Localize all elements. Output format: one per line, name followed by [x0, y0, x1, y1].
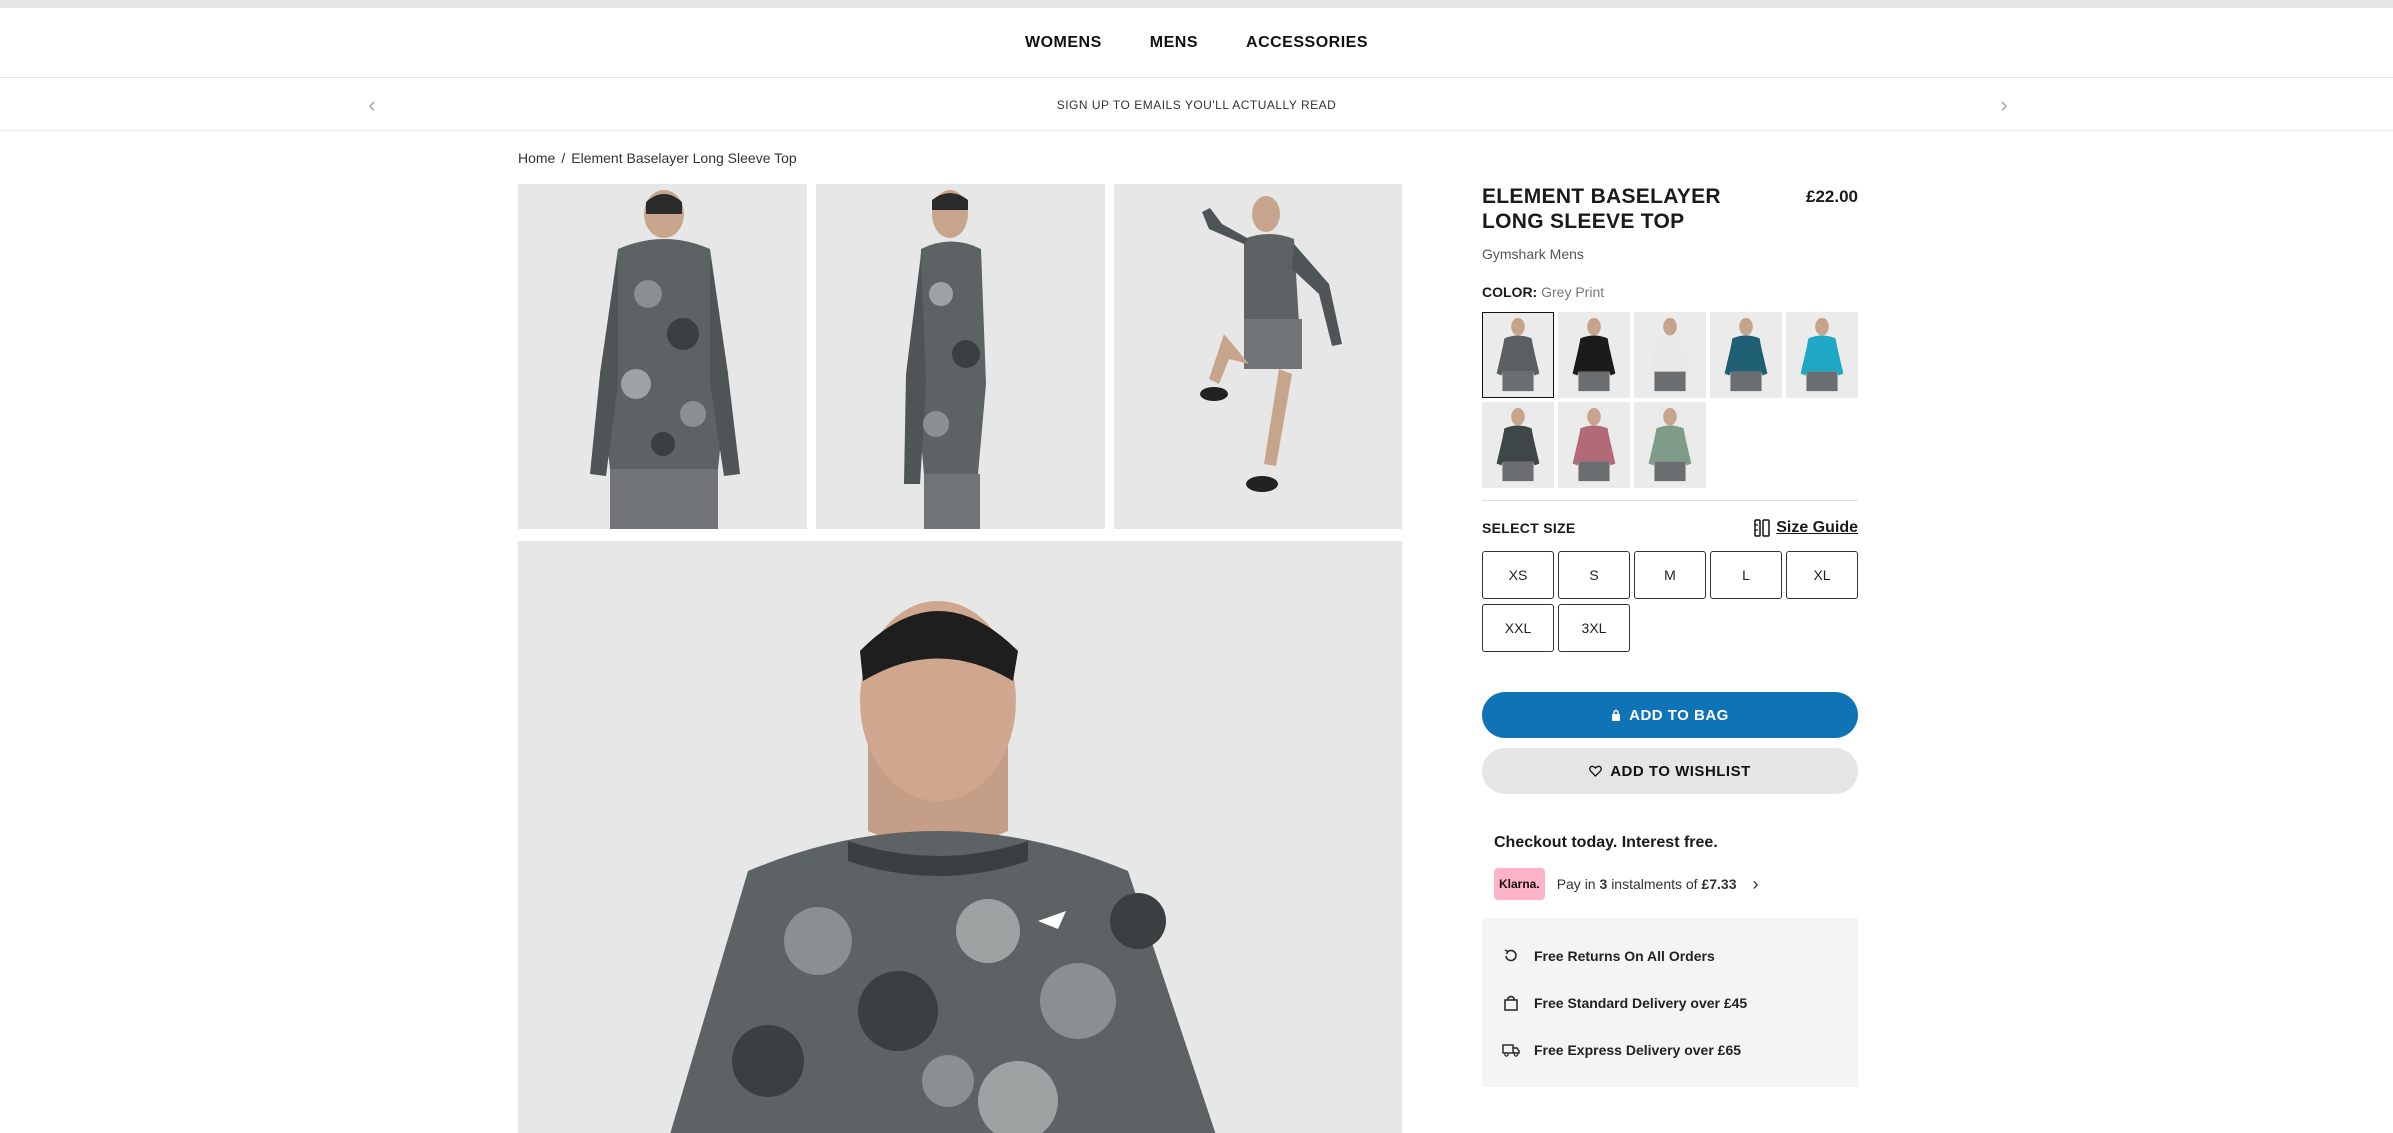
color-label-key: COLOR:: [1482, 284, 1538, 300]
chevron-left-icon[interactable]: ‹: [360, 92, 384, 117]
size-guide-label[interactable]: Size Guide: [1776, 519, 1858, 537]
bag-icon: [1502, 994, 1520, 1012]
chevron-right-icon[interactable]: ›: [1992, 92, 2016, 117]
ruler-icon: [1754, 519, 1770, 537]
size-options: XS S M L XL XXL 3XL: [1482, 551, 1858, 652]
color-swatch[interactable]: [1558, 312, 1630, 398]
klarna-count: 3: [1599, 876, 1608, 892]
heart-icon: [1589, 765, 1603, 777]
size-option-xs[interactable]: XS: [1482, 551, 1554, 599]
klarna-logo: Klarna.: [1494, 868, 1545, 900]
breadcrumb-current: Element Baselayer Long Sleeve Top: [571, 150, 797, 166]
return-icon: [1502, 947, 1520, 965]
klarna-instalments-of: instalments of: [1611, 876, 1698, 892]
perk-express-delivery: Free Express Delivery over £65: [1502, 1026, 1838, 1073]
klarna-text: Pay in 3 instalments of £7.33: [1557, 876, 1737, 892]
promo-message[interactable]: SIGN UP TO EMAILS YOU'LL ACTUALLY READ: [1057, 98, 1337, 112]
divider: [1482, 500, 1858, 501]
promo-banner: ‹ SIGN UP TO EMAILS YOU'LL ACTUALLY READ…: [0, 79, 2393, 131]
color-label: COLOR: Grey Print: [1482, 284, 1858, 300]
perk-express-label: Free Express Delivery over £65: [1534, 1041, 1742, 1058]
color-value: Grey Print: [1541, 284, 1605, 300]
color-swatch[interactable]: [1558, 402, 1630, 488]
perk-standard-delivery: Free Standard Delivery over £45: [1502, 979, 1838, 1026]
breadcrumb-separator: /: [561, 150, 566, 166]
size-guide-link[interactable]: Size Guide: [1754, 519, 1858, 537]
nav-accessories[interactable]: ACCESSORIES: [1246, 34, 1368, 52]
color-swatch[interactable]: [1710, 312, 1782, 398]
add-to-wishlist-button[interactable]: ADD TO WISHLIST: [1482, 748, 1858, 794]
color-swatch[interactable]: [1482, 312, 1554, 398]
truck-icon: [1502, 1041, 1520, 1059]
product-image-jump[interactable]: [1114, 184, 1402, 529]
perk-standard-label: Free Standard Delivery over £45: [1534, 994, 1748, 1011]
nav-womens[interactable]: WOMENS: [1025, 34, 1102, 52]
klarna-block: Checkout today. Interest free. Klarna. P…: [1482, 834, 1858, 900]
color-swatch[interactable]: [1634, 312, 1706, 398]
add-to-wishlist-label: ADD TO WISHLIST: [1610, 762, 1751, 780]
breadcrumb: Home / Element Baselayer Long Sleeve Top: [518, 150, 797, 166]
product-image-back[interactable]: [518, 184, 807, 529]
select-size-label: SELECT SIZE: [1482, 520, 1576, 536]
nav-mens[interactable]: MENS: [1150, 34, 1198, 52]
color-swatches: [1482, 312, 1858, 488]
klarna-headline: Checkout today. Interest free.: [1494, 834, 1718, 851]
chevron-right-icon[interactable]: ›: [1753, 874, 1759, 895]
color-swatch[interactable]: [1482, 402, 1554, 488]
product-image-side[interactable]: [816, 184, 1105, 529]
product-title: ELEMENT BASELAYER LONG SLEEVE TOP: [1482, 185, 1721, 233]
klarna-amount: £7.33: [1701, 876, 1737, 892]
color-swatch[interactable]: [1786, 312, 1858, 398]
product-info: ELEMENT BASELAYER LONG SLEEVE TOP £22.00…: [1482, 184, 1858, 1087]
perk-returns: Free Returns On All Orders: [1502, 932, 1838, 979]
lock-icon: [1612, 709, 1621, 721]
perks-box: Free Returns On All Orders Free Standard…: [1482, 918, 1858, 1087]
size-option-xl[interactable]: XL: [1786, 551, 1858, 599]
size-option-3xl[interactable]: 3XL: [1558, 604, 1630, 652]
product-price: £22.00: [1806, 187, 1858, 206]
top-strip: [0, 0, 2393, 8]
main-nav: WOMENS MENS ACCESSORIES: [0, 8, 2393, 78]
size-option-s[interactable]: S: [1558, 551, 1630, 599]
size-option-xxl[interactable]: XXL: [1482, 604, 1554, 652]
product-brand: Gymshark Mens: [1482, 246, 1584, 262]
product-image-closeup[interactable]: [518, 541, 1402, 1133]
breadcrumb-home[interactable]: Home: [518, 150, 555, 166]
add-to-bag-label: ADD TO BAG: [1629, 706, 1729, 724]
size-option-l[interactable]: L: [1710, 551, 1782, 599]
klarna-pay-in: Pay in: [1556, 876, 1596, 892]
add-to-bag-button[interactable]: ADD TO BAG: [1482, 692, 1858, 738]
size-option-m[interactable]: M: [1634, 551, 1706, 599]
perk-returns-label: Free Returns On All Orders: [1534, 947, 1715, 964]
color-swatch[interactable]: [1634, 402, 1706, 488]
